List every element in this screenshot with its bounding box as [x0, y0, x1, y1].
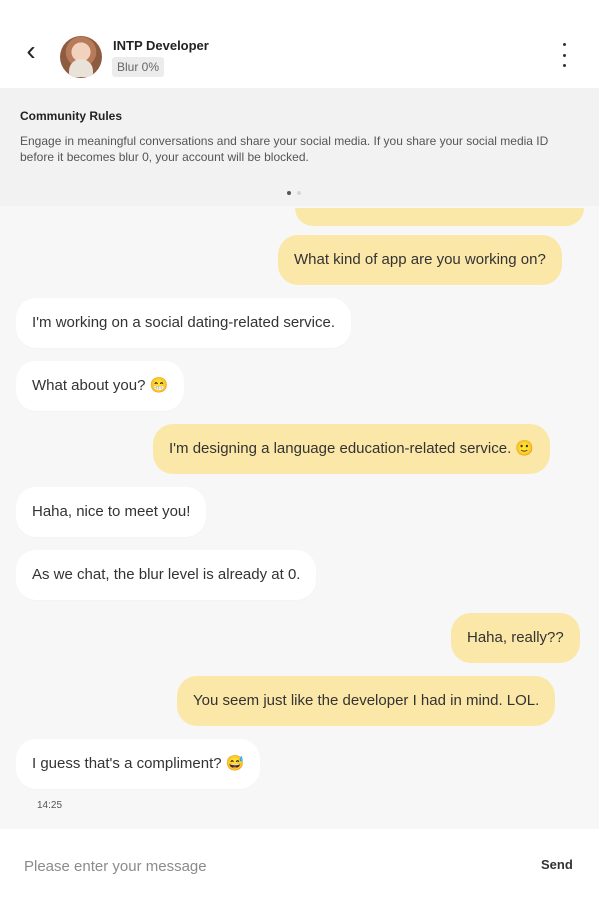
message-timestamp: 14:25 — [37, 800, 63, 811]
more-options-icon[interactable] — [557, 43, 571, 67]
profile-name: INTP Developer — [113, 38, 209, 53]
sent-message-bubble: What kind of app are you working on? — [278, 235, 562, 285]
carousel-indicator — [287, 191, 301, 197]
received-message-bubble: What about you? 😁 — [16, 361, 185, 411]
message-composer: Send — [0, 829, 599, 900]
message-input[interactable] — [24, 856, 374, 876]
sent-message-bubble: You seem just like the developer I had i… — [177, 676, 556, 726]
sent-message-bubble: I'm designing a language education-relat… — [153, 424, 551, 474]
rules-title: Community Rules — [20, 109, 123, 123]
blur-status-badge: Blur 0% — [112, 57, 165, 77]
received-message-bubble: As we chat, the blur level is already at… — [16, 550, 317, 600]
sent-message-bubble: Haha, really?? — [451, 613, 580, 663]
rules-text: Engage in meaningful conversations and s… — [20, 134, 549, 164]
send-button[interactable]: Send — [541, 857, 573, 872]
more-dot — [562, 53, 566, 57]
received-message-bubble: I guess that's a compliment? 😅 — [16, 739, 261, 789]
chat-header: ‹ INTP Developer Blur 0% — [0, 0, 599, 88]
avatar[interactable] — [60, 36, 102, 78]
received-message-bubble: I'm working on a social dating-related s… — [16, 298, 352, 348]
received-message-bubble: Haha, nice to meet you! — [16, 487, 207, 537]
sent-message-bubble-partial — [295, 208, 584, 226]
carousel-dot — [297, 191, 301, 195]
message-list[interactable]: What kind of app are you working on? I'm… — [0, 206, 599, 829]
back-arrow-icon[interactable]: ‹ — [18, 35, 44, 66]
carousel-dot-active — [287, 191, 291, 195]
more-dot — [562, 64, 566, 67]
more-dot — [562, 43, 566, 46]
community-rules-banner[interactable]: Community Rules Engage in meaningful con… — [0, 88, 599, 206]
